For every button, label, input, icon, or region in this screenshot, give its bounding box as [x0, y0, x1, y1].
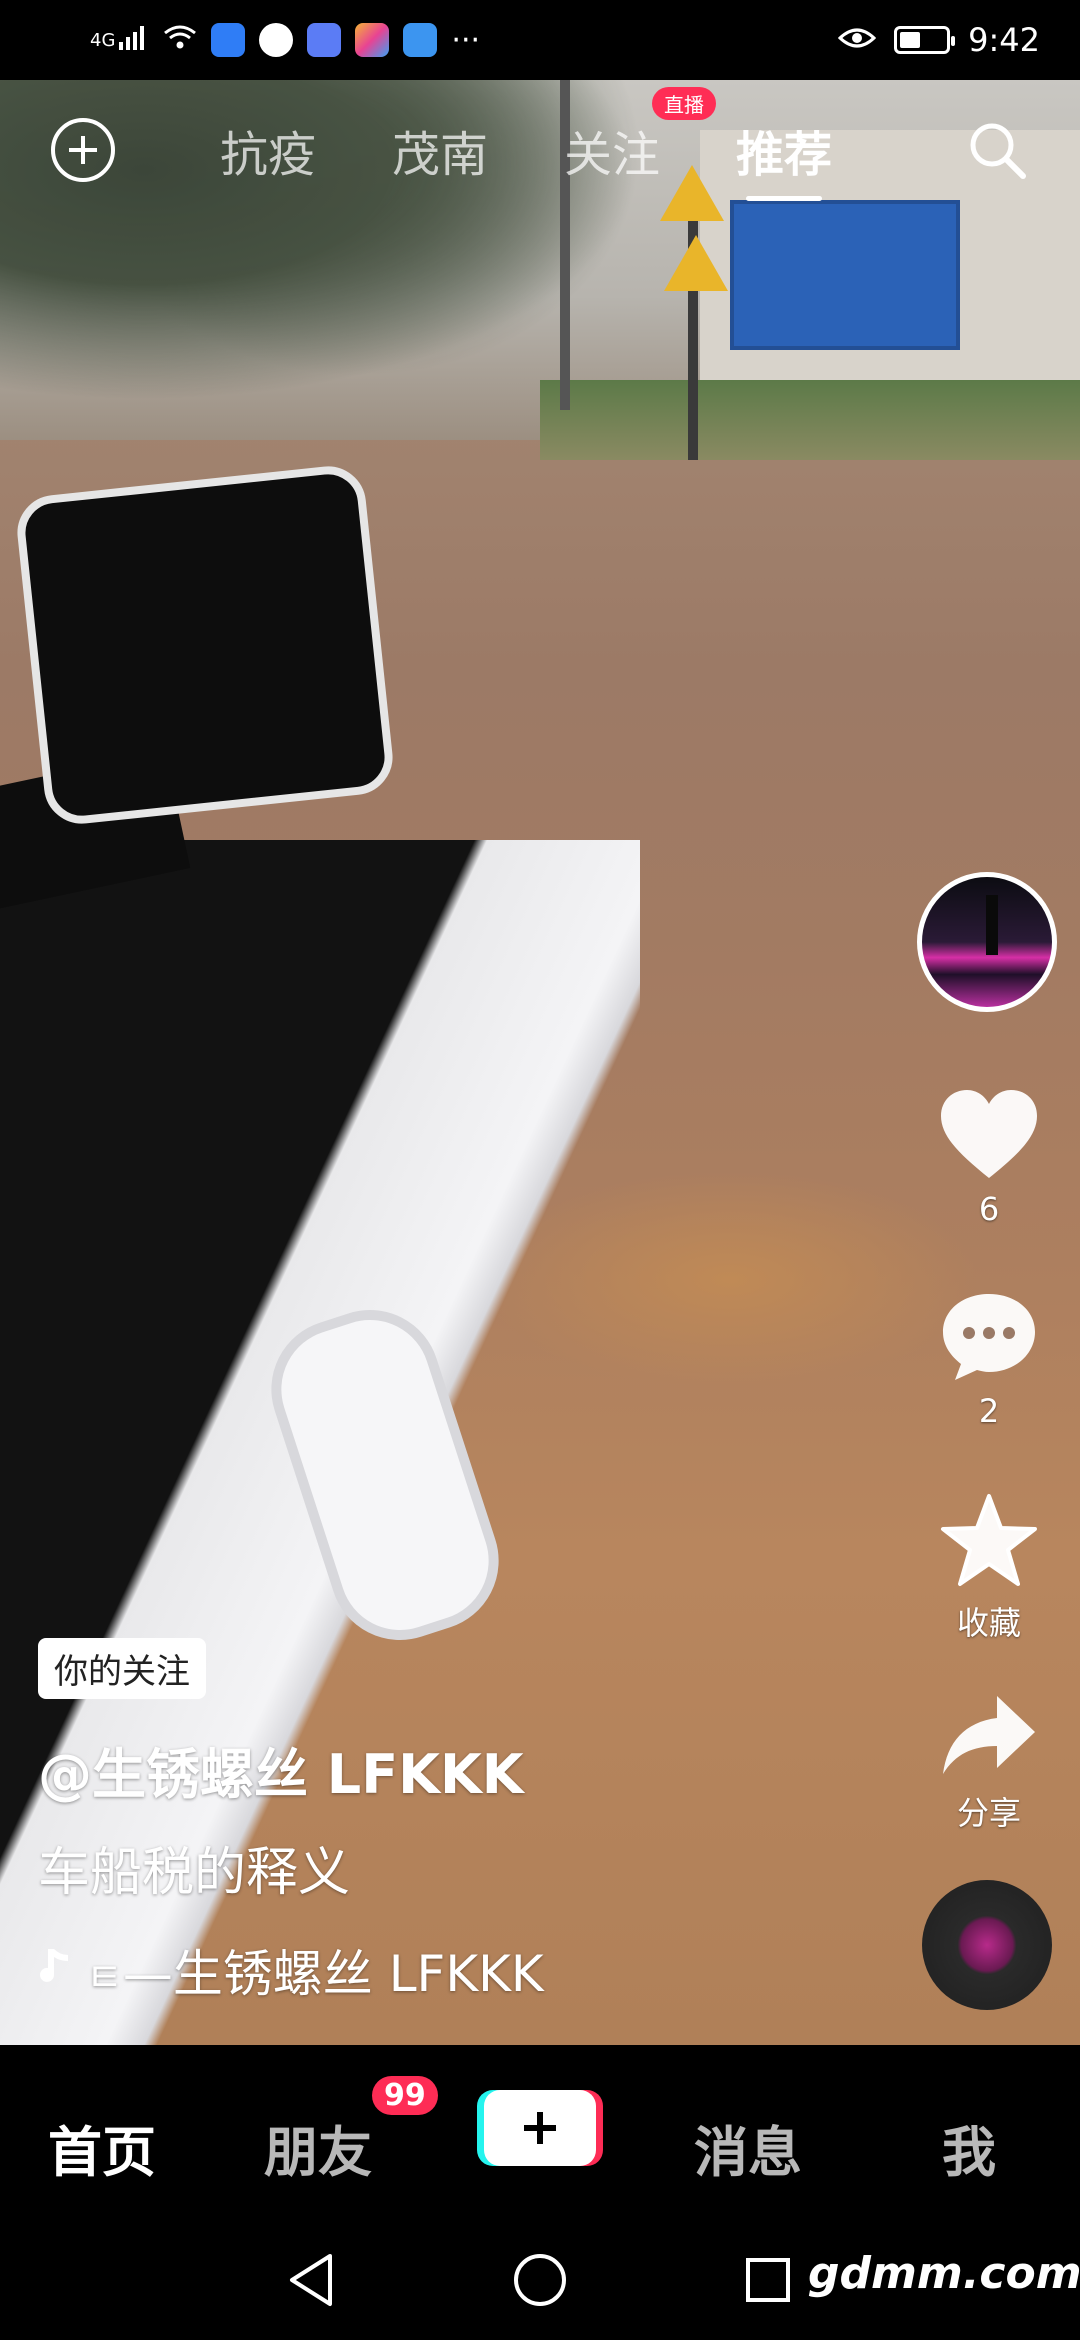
author-name[interactable]: @生锈螺丝 LFKKK: [38, 1730, 524, 1809]
avatar-tower: [986, 895, 998, 955]
music-label: —生锈螺丝 LFKKK: [122, 1945, 544, 2003]
share-label: 分享: [956, 1794, 1021, 1832]
nav-messages[interactable]: 消息: [694, 2108, 802, 2187]
friends-badge: 99: [372, 2076, 438, 2115]
battery-icon: [894, 26, 956, 54]
nav-home[interactable]: 首页: [48, 2108, 156, 2187]
browser-app-icon: [259, 23, 294, 57]
gallery-app-icon: [355, 23, 390, 57]
tab-maonan[interactable]: 茂南: [392, 115, 488, 185]
home-circle-icon[interactable]: [512, 2252, 568, 2312]
tab-kangyi[interactable]: 抗疫: [220, 115, 316, 185]
star-icon: [939, 1492, 1039, 1592]
video-side-mirror: [13, 462, 397, 828]
nav-friends[interactable]: 朋友: [264, 2108, 372, 2187]
music-disc-icon[interactable]: [922, 1880, 1052, 2010]
eye-icon: [837, 23, 877, 58]
create-button[interactable]: [484, 2090, 596, 2166]
shield-app-icon: [211, 23, 246, 57]
music-text-icon: ㅌ: [86, 1955, 123, 2001]
share-button[interactable]: 分享: [920, 1692, 1058, 1834]
status-left: 4G ···: [90, 23, 480, 58]
music-app-icon: [307, 23, 342, 57]
signal-icon: [119, 23, 149, 58]
favorite-label: 收藏: [956, 1604, 1021, 1642]
more-indicator: ···: [451, 22, 481, 58]
feed-tabs: 抗疫 茂南 关注 直播 推荐: [220, 87, 832, 201]
comment-count: 2: [978, 1392, 1000, 1430]
status-bar: 4G ··· 9:42: [0, 0, 1080, 80]
comment-icon: [939, 1290, 1039, 1386]
status-right: 9:42: [837, 21, 1040, 59]
top-bar: 抗疫 茂南 关注 直播 推荐: [0, 87, 1080, 201]
like-count: 6: [978, 1190, 1000, 1228]
battery-fill: [900, 32, 921, 48]
video-banner: [730, 200, 960, 350]
recent-apps-icon[interactable]: [744, 2256, 792, 2308]
watermark: gdmm.com: [808, 2248, 1080, 2299]
warning-sign: [664, 235, 728, 291]
like-button[interactable]: 6: [920, 1088, 1058, 1228]
music-note-icon: [38, 1941, 72, 1999]
share-icon: [939, 1692, 1039, 1782]
video-description[interactable]: 车船税的释义: [38, 1830, 350, 1905]
author-avatar[interactable]: [917, 872, 1057, 1012]
live-badge: 直播: [652, 87, 717, 120]
add-circle-icon[interactable]: [48, 115, 118, 185]
comment-button[interactable]: 2: [920, 1290, 1058, 1430]
back-icon[interactable]: [286, 2252, 336, 2312]
network-label: 4G: [90, 29, 116, 51]
tab-following[interactable]: 关注 直播: [564, 87, 717, 185]
clock: 9:42: [968, 21, 1040, 59]
tab-following-label: 关注: [564, 127, 661, 183]
video-grass: [540, 380, 1080, 460]
nav-me[interactable]: 我: [942, 2108, 996, 2187]
music-info[interactable]: ㅌ—生锈螺丝 LFKKK: [38, 1934, 544, 2006]
music-title: ㅌ—生锈螺丝 LFKKK: [86, 1934, 544, 2006]
heart-icon: [939, 1088, 1039, 1184]
plus-icon: [524, 2112, 556, 2144]
favorite-button[interactable]: 收藏: [920, 1492, 1058, 1644]
wifi-icon: [163, 23, 197, 58]
weather-app-icon: [403, 23, 438, 57]
tab-recommended[interactable]: 推荐: [736, 115, 832, 201]
search-icon[interactable]: [962, 115, 1032, 185]
follow-tag: 你的关注: [38, 1638, 206, 1699]
